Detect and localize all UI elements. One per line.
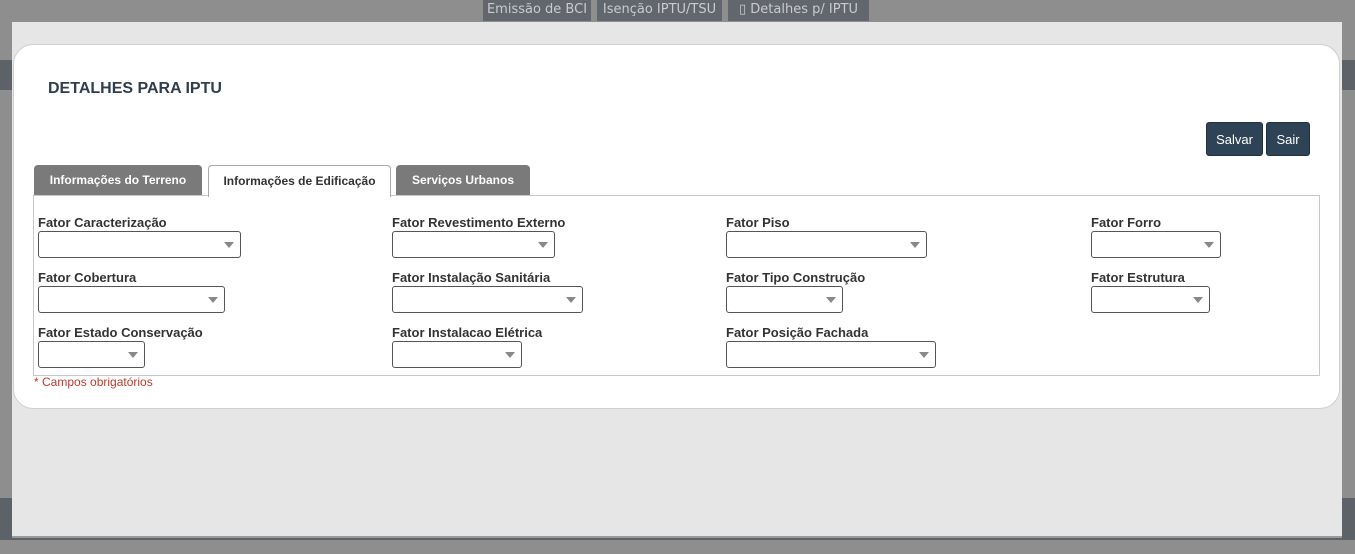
tab-edificacao[interactable]: Informações de Edificação <box>208 165 391 197</box>
fator-caracterizacao-select[interactable] <box>38 231 241 258</box>
nav-label: Isenção IPTU/TSU <box>602 2 717 17</box>
background-bar <box>1342 60 1355 90</box>
field-label: Fator Piso <box>726 215 790 230</box>
field-label: Fator Estado Conservação <box>38 325 203 340</box>
fator-estado-conservacao-select[interactable] <box>38 341 145 368</box>
field-label: Fator Forro <box>1091 215 1162 230</box>
fator-revestimento-select[interactable] <box>392 231 555 258</box>
field-label: Fator Revestimento Externo <box>392 215 566 230</box>
tab-terreno[interactable]: Informações do Terreno <box>34 165 202 196</box>
fator-instalacao-sanitaria-select[interactable] <box>392 286 583 313</box>
clipboard-icon: ▯ <box>738 2 751 17</box>
fator-instalacao-eletrica-select[interactable] <box>392 341 522 368</box>
background-bar <box>0 60 12 90</box>
save-button[interactable]: Salvar <box>1206 122 1263 156</box>
fator-cobertura-select[interactable] <box>38 286 225 313</box>
field-label: Fator Tipo Construção <box>726 270 866 285</box>
fator-posicao-fachada-select[interactable] <box>726 341 936 368</box>
nav-emissao-bci[interactable]: Emissão de BCI <box>483 0 591 21</box>
modal-title: DETALHES PARA IPTU <box>48 80 222 97</box>
field-label: Fator Caracterização <box>38 215 167 230</box>
nav-label: Emissão de BCI <box>486 2 588 17</box>
nav-label: Detalhes p/ IPTU <box>750 2 859 17</box>
fator-estrutura-select[interactable] <box>1091 286 1210 313</box>
nav-detalhes-iptu[interactable]: ▯ Detalhes p/ IPTU <box>728 0 869 21</box>
required-note: * Campos obrigatórios <box>34 375 153 389</box>
fator-forro-select[interactable] <box>1091 231 1221 258</box>
field-label: Fator Instalacao Elétrica <box>392 325 543 340</box>
field-label: Fator Cobertura <box>38 270 137 285</box>
field-label: Fator Estrutura <box>1091 270 1185 285</box>
fator-tipo-construcao-select[interactable] <box>726 286 843 313</box>
fator-piso-select[interactable] <box>726 231 927 258</box>
tab-servicos-urbanos[interactable]: Serviços Urbanos <box>396 165 530 196</box>
exit-button[interactable]: Sair <box>1266 122 1310 156</box>
field-label: Fator Instalação Sanitária <box>392 270 551 285</box>
field-label: Fator Posição Fachada <box>726 325 869 340</box>
nav-isencao[interactable]: Isenção IPTU/TSU <box>597 0 722 21</box>
